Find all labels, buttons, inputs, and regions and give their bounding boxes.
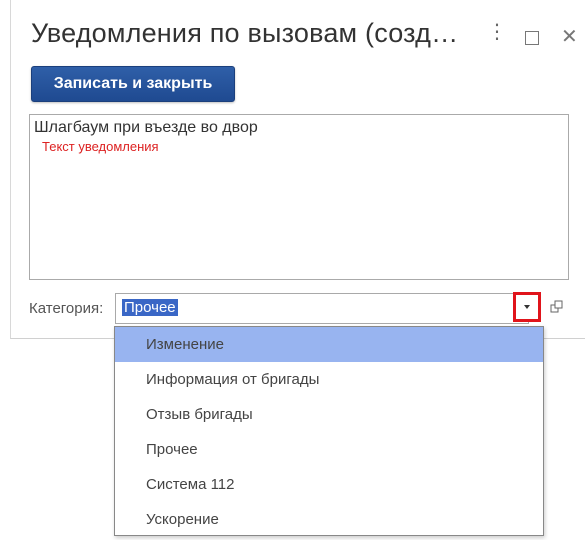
notification-text-value: Шлагбаум при въезде во двор — [34, 119, 258, 136]
option-izmenenie[interactable]: Изменение — [115, 327, 543, 362]
window-title: Уведомления по вызовам (создан... — [31, 18, 461, 48]
option-uskorenie[interactable]: Ускорение — [115, 502, 543, 537]
option-prochee[interactable]: Прочее — [115, 432, 543, 467]
save-and-close-button[interactable]: Записать и закрыть — [31, 66, 235, 102]
category-combobox[interactable]: Прочее — [115, 293, 529, 324]
chevron-down-icon — [524, 305, 530, 309]
option-otzyv-brigady[interactable]: Отзыв бригады — [115, 397, 543, 432]
kebab-menu-icon[interactable]: ⋮ — [487, 22, 507, 42]
category-options-list: Изменение Информация от бригады Отзыв бр… — [114, 326, 544, 536]
maximize-icon[interactable] — [525, 31, 539, 45]
category-selected-value: Прочее — [122, 299, 178, 316]
notification-window: Уведомления по вызовам (создан... ⋮ ✕ За… — [10, 0, 585, 339]
option-sistema-112[interactable]: Система 112 — [115, 467, 543, 502]
category-dropdown-button[interactable] — [513, 292, 541, 322]
close-icon[interactable]: ✕ — [561, 24, 578, 49]
option-info-ot-brigady[interactable]: Информация от бригады — [115, 362, 543, 397]
notification-text-field[interactable]: Шлагбаум при въезде во двор Текст уведом… — [29, 114, 569, 280]
notification-text-hint: Текст уведомления — [42, 139, 159, 154]
category-label: Категория: — [29, 300, 104, 317]
open-form-icon[interactable] — [550, 300, 564, 314]
